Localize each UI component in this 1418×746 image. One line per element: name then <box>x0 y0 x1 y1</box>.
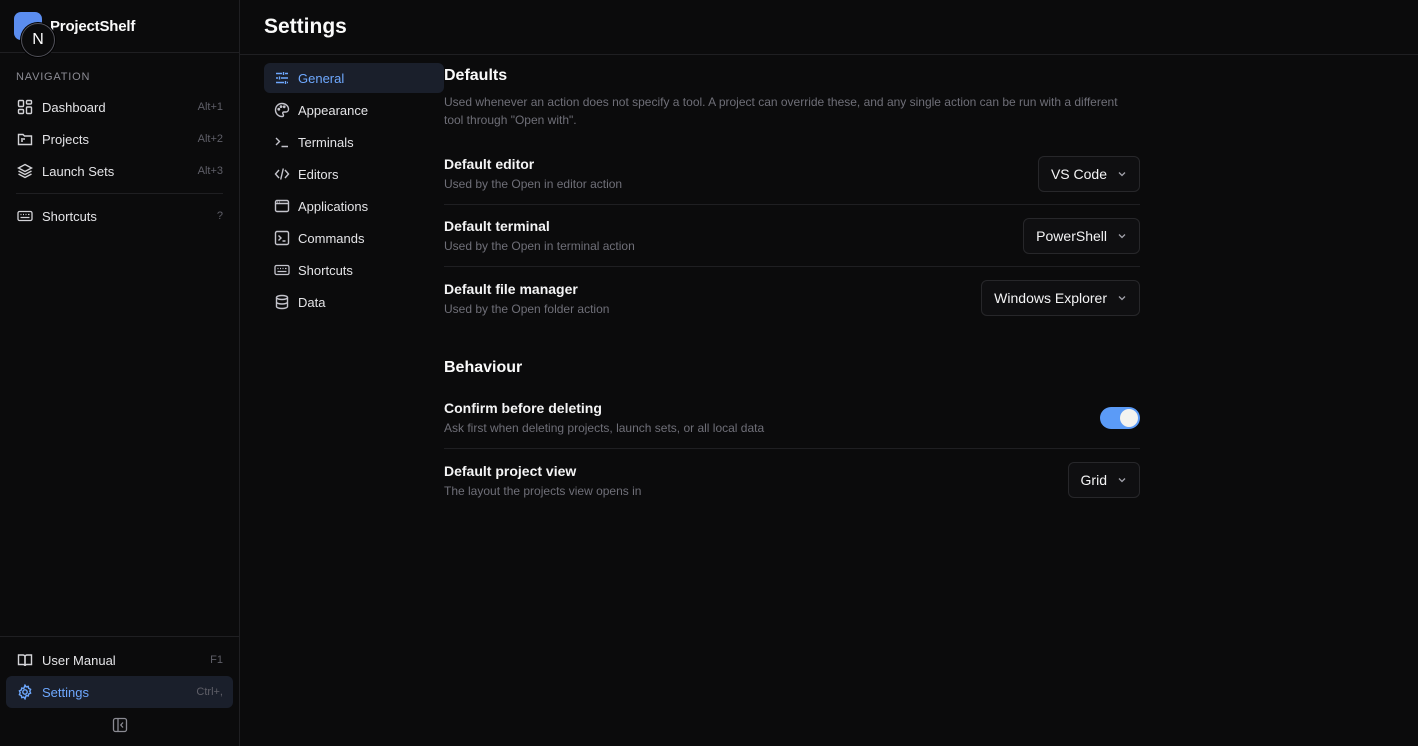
sidebar-item-label: Launch Sets <box>42 163 115 179</box>
settings-tab-label: Editors <box>298 166 339 182</box>
defaults-section: Defaults Used whenever an action does no… <box>444 67 1140 329</box>
setting-row-default-project-view: Default project view The layout the proj… <box>444 449 1140 511</box>
app-name: ProjectShelf <box>50 17 136 35</box>
settings-tab-label: Applications <box>298 198 369 214</box>
sidebar: N ProjectShelf NAVIGATION Dashboard Alt+… <box>0 0 240 746</box>
sliders-icon <box>274 70 290 86</box>
settings-tab-label: Terminals <box>298 134 354 150</box>
settings-tab-editors[interactable]: Editors <box>264 159 444 189</box>
select-value: Grid <box>1080 472 1107 488</box>
page-header: Settings <box>240 0 1418 55</box>
section-description: Used whenever an action does not specify… <box>444 95 1118 127</box>
sidebar-divider <box>16 193 223 194</box>
default-editor-select[interactable]: VS Code <box>1037 155 1140 192</box>
code-icon <box>274 166 290 182</box>
main-area: Settings General Appearance Terminals Ed… <box>240 0 1418 746</box>
settings-tab-terminals[interactable]: Terminals <box>264 127 444 157</box>
chevron-down-icon <box>1117 231 1127 241</box>
select-value: VS Code <box>1050 165 1107 182</box>
shortcut-hint: Ctrl+, <box>196 686 223 698</box>
sidebar-collapse-icon <box>112 717 128 738</box>
sidebar-footer: User Manual F1 Settings Ctrl+, <box>0 636 239 746</box>
behaviour-section: Behaviour Confirm before deleting Ask fi… <box>444 359 1140 511</box>
setting-description: The layout the projects view opens in <box>444 483 642 498</box>
general-settings-panel: Defaults Used whenever an action does no… <box>444 55 1140 746</box>
app-logo-icon: N <box>14 12 55 57</box>
chevron-down-icon <box>1117 293 1127 303</box>
book-icon <box>16 651 34 669</box>
setting-title: Default editor <box>444 156 535 172</box>
sidebar-item-label: Settings <box>42 684 89 700</box>
shortcut-hint: Alt+2 <box>197 133 223 145</box>
keyboard-icon <box>16 207 34 225</box>
sidebar-item-shortcuts[interactable]: Shortcuts ? <box>6 200 233 232</box>
brand[interactable]: N ProjectShelf <box>0 0 239 57</box>
setting-description: Ask first when deleting projects, launch… <box>444 421 765 435</box>
settings-tab-commands[interactable]: Commands <box>264 223 444 253</box>
app-window-icon <box>274 198 290 214</box>
folder-icon <box>16 130 34 148</box>
settings-tab-label: General <box>298 70 345 86</box>
shortcut-hint: Alt+3 <box>197 165 223 177</box>
setting-description: Used by the Open in editor action <box>444 177 623 191</box>
default-project-view-select[interactable]: Grid <box>1067 462 1140 498</box>
nav-section-label: NAVIGATION <box>16 71 91 83</box>
command-box-icon <box>274 230 290 246</box>
setting-description: Used by the Open in terminal action <box>444 239 635 253</box>
setting-row-default-editor: Default editor Used by the Open in edito… <box>444 143 1140 205</box>
sidebar-item-label: User Manual <box>42 652 116 668</box>
gear-icon <box>16 683 34 701</box>
section-title-behaviour: Behaviour <box>444 359 523 376</box>
settings-tab-appearance[interactable]: Appearance <box>264 95 444 125</box>
chevron-down-icon <box>1117 475 1127 485</box>
settings-tab-label: Appearance <box>298 102 369 118</box>
settings-tab-label: Data <box>298 294 326 310</box>
sidebar-item-launch-sets[interactable]: Launch Sets Alt+3 <box>6 155 233 187</box>
sidebar-item-dashboard[interactable]: Dashboard Alt+1 <box>6 91 233 123</box>
sidebar-item-settings[interactable]: Settings Ctrl+, <box>6 676 233 708</box>
setting-title: Confirm before deleting <box>444 400 602 416</box>
settings-tab-applications[interactable]: Applications <box>264 191 444 221</box>
dashboard-icon <box>16 98 34 116</box>
setting-row-default-file-manager: Default file manager Used by the Open fo… <box>444 267 1140 329</box>
app-window: N ProjectShelf NAVIGATION Dashboard Alt+… <box>0 0 1418 746</box>
settings-tab-general[interactable]: General <box>264 63 444 93</box>
chevron-down-icon <box>1117 169 1127 179</box>
settings-tab-label: Shortcuts <box>298 262 353 278</box>
sidebar-item-label: Projects <box>42 131 89 147</box>
setting-description: Used by the Open folder action <box>444 301 610 316</box>
setting-title: Default project view <box>444 462 577 479</box>
user-avatar[interactable]: N <box>21 23 55 57</box>
setting-title: Default file manager <box>444 280 578 297</box>
database-icon <box>274 294 290 310</box>
settings-tab-label: Commands <box>298 230 365 246</box>
section-title-defaults: Defaults <box>444 67 508 84</box>
toggle-knob <box>1120 408 1138 427</box>
settings-nav: General Appearance Terminals Editors App… <box>240 55 444 746</box>
settings-tab-shortcuts[interactable]: Shortcuts <box>264 255 444 285</box>
settings-tab-data[interactable]: Data <box>264 287 444 317</box>
settings-content: General Appearance Terminals Editors App… <box>240 55 1418 746</box>
terminal-prompt-icon <box>274 134 290 150</box>
sidebar-item-projects[interactable]: Projects Alt+2 <box>6 123 233 155</box>
keyboard-icon <box>274 262 290 278</box>
shortcut-hint: Alt+1 <box>197 101 223 113</box>
shortcut-hint: ? <box>216 210 223 222</box>
default-terminal-select[interactable]: PowerShell <box>1023 217 1140 254</box>
setting-title: Default terminal <box>444 218 550 234</box>
select-value: Windows Explorer <box>994 290 1107 306</box>
select-value: PowerShell <box>1036 227 1107 244</box>
default-file-manager-select[interactable]: Windows Explorer <box>981 280 1140 316</box>
confirm-delete-toggle[interactable] <box>1100 406 1140 429</box>
sidebar-item-label: Shortcuts <box>42 208 97 224</box>
page-title: Settings <box>264 15 347 38</box>
shortcut-hint: F1 <box>210 654 223 666</box>
palette-icon <box>274 102 290 118</box>
setting-row-default-terminal: Default terminal Used by the Open in ter… <box>444 205 1140 267</box>
layers-icon <box>16 162 34 180</box>
sidebar-item-label: Dashboard <box>42 99 106 115</box>
sidebar-item-user-manual[interactable]: User Manual F1 <box>6 644 233 676</box>
collapse-sidebar-button[interactable] <box>0 708 239 746</box>
setting-row-confirm-delete: Confirm before deleting Ask first when d… <box>444 387 1140 449</box>
